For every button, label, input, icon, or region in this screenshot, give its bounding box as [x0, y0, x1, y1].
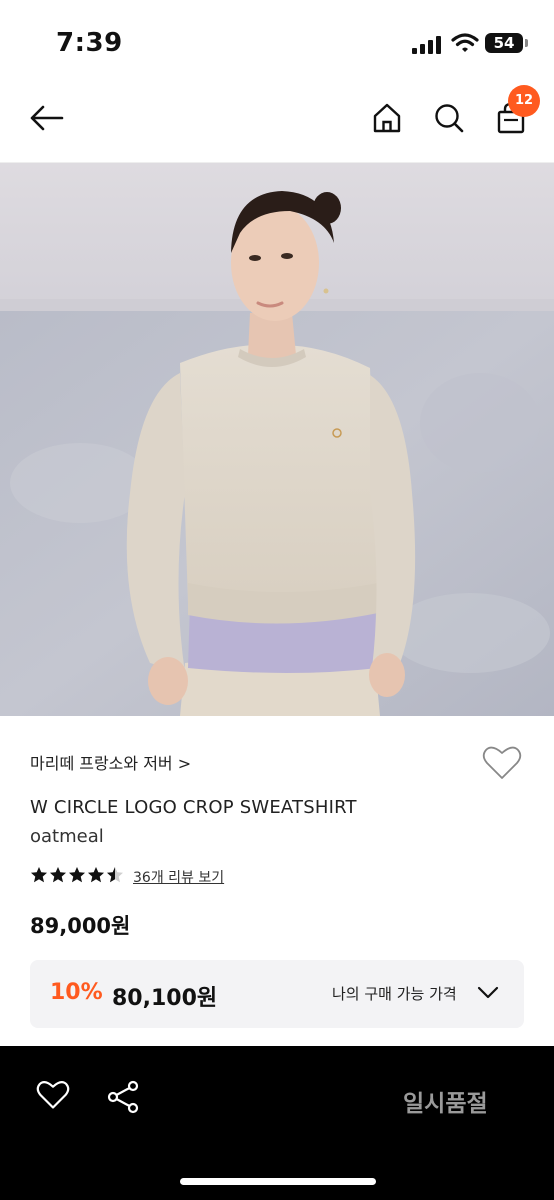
review-link[interactable]: 36개 리뷰 보기: [133, 867, 224, 887]
product-title: W CIRCLE LOGO CROP SWEATSHIRT: [30, 797, 357, 818]
sold-out-button[interactable]: 일시품절: [403, 1084, 488, 1118]
star-icon: [69, 867, 85, 883]
sale-price: 80,100원: [112, 986, 218, 1011]
chevron-down-icon: [477, 986, 499, 999]
brand-link[interactable]: 마리떼 프랑소와 저버 >: [30, 750, 191, 774]
product-photo: [0, 163, 554, 716]
heart-outline-icon[interactable]: [36, 1080, 70, 1110]
cellular-signal-icon: [412, 36, 441, 54]
battery-nub: [525, 39, 528, 47]
product-price: 89,000원: [30, 914, 131, 938]
my-price-label: 나의 구매 가능 가격: [332, 985, 457, 1003]
wishlist-button[interactable]: [482, 745, 526, 787]
search-icon: [435, 104, 464, 133]
search-button[interactable]: [427, 96, 471, 140]
star-icon: [31, 867, 47, 883]
top-nav: [0, 80, 554, 163]
product-image[interactable]: [0, 163, 554, 716]
star-icon: [88, 867, 104, 883]
share-icon[interactable]: [106, 1080, 140, 1114]
discount-rate: 10%: [50, 980, 103, 1005]
rating-row: 36개 리뷰 보기: [30, 866, 224, 888]
home-button[interactable]: [365, 96, 409, 140]
status-time: 7:39: [56, 28, 123, 58]
status-bar: 7:39 54: [0, 0, 554, 80]
star-icon: [50, 867, 66, 883]
rating-stars: [30, 866, 125, 888]
cart-count-badge: 12: [508, 85, 540, 117]
heart-outline-icon: [482, 746, 522, 779]
bottom-action-bar: 일시품절: [0, 1046, 554, 1200]
price-dropdown[interactable]: 10% 80,100원 나의 구매 가능 가격: [30, 960, 524, 1028]
wifi-icon: [451, 33, 479, 52]
home-indicator: [180, 1178, 376, 1185]
home-icon: [373, 103, 401, 133]
back-button[interactable]: [24, 96, 68, 140]
product-color: oatmeal: [30, 826, 104, 847]
battery-indicator: 54: [485, 33, 523, 53]
back-arrow-icon: [30, 105, 64, 131]
star-icon: [107, 867, 123, 883]
